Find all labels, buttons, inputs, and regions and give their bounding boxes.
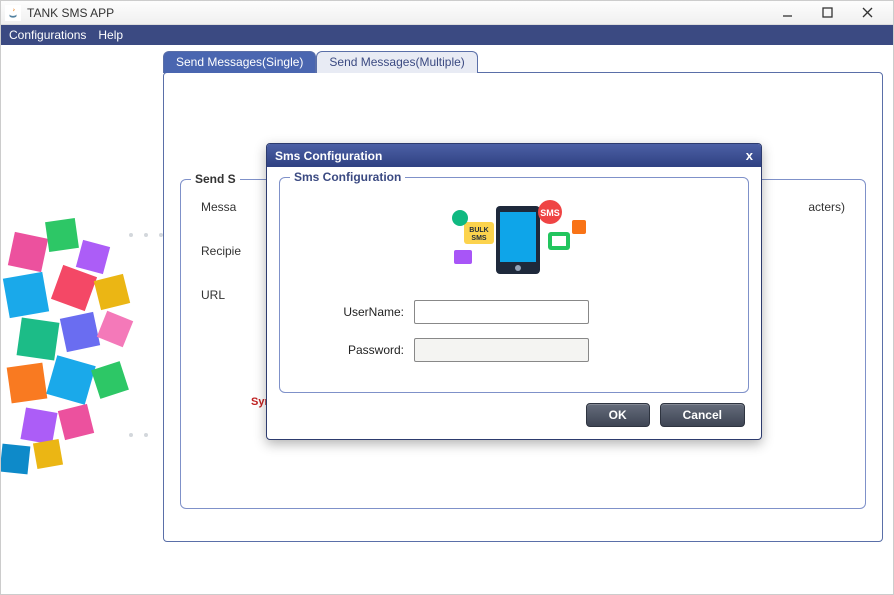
minimize-button[interactable] <box>773 4 801 22</box>
svg-text:SMS: SMS <box>471 235 487 242</box>
sms-config-dialog: Sms Configuration x Sms Configuration SM… <box>266 143 762 440</box>
window-titlebar: TANK SMS APP <box>1 1 893 25</box>
menu-help[interactable]: Help <box>94 26 127 44</box>
password-input[interactable] <box>414 338 589 362</box>
svg-text:BULK: BULK <box>469 227 488 234</box>
svg-text:SMS: SMS <box>540 208 560 218</box>
close-button[interactable] <box>853 4 881 22</box>
dialog-cancel-button[interactable]: Cancel <box>660 403 745 427</box>
dialog-title: Sms Configuration <box>275 149 382 163</box>
dialog-ok-button[interactable]: OK <box>586 403 650 427</box>
java-icon <box>5 5 21 21</box>
window-title: TANK SMS APP <box>27 6 773 20</box>
dialog-group-legend: Sms Configuration <box>290 170 405 184</box>
dialog-group: Sms Configuration SMS BULK SMS <box>279 177 749 393</box>
menu-configurations[interactable]: Configurations <box>5 26 90 44</box>
tab-send-single[interactable]: Send Messages(Single) <box>163 51 316 73</box>
dialog-close-icon[interactable]: x <box>746 148 753 163</box>
group-legend: Send S <box>191 172 240 186</box>
username-label: UserName: <box>294 305 414 319</box>
tab-send-multiple[interactable]: Send Messages(Multiple) <box>316 51 477 73</box>
password-label: Password: <box>294 343 414 357</box>
decor-image <box>1 215 166 475</box>
bulk-sms-banner: SMS BULK SMS <box>294 190 734 286</box>
dialog-titlebar: Sms Configuration x <box>267 144 761 167</box>
menubar: Configurations Help <box>1 25 893 45</box>
content-area: Send Messages(Single) Send Messages(Mult… <box>1 45 893 594</box>
username-input[interactable] <box>414 300 589 324</box>
maximize-button[interactable] <box>813 4 841 22</box>
char-hint: acters) <box>808 200 845 214</box>
